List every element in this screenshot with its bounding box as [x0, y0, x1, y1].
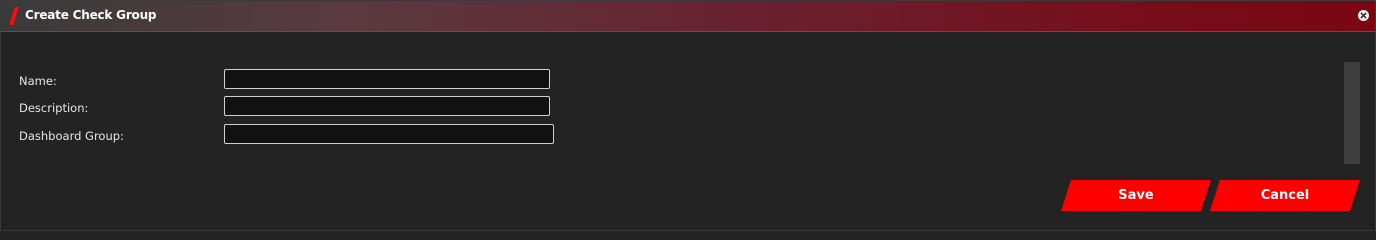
cancel-button-label: Cancel	[1260, 188, 1310, 203]
title-accent-slash	[9, 7, 19, 25]
description-label: Description:	[19, 101, 89, 115]
dialog-title: Create Check Group	[25, 8, 157, 22]
save-button[interactable]: Save	[1061, 180, 1211, 211]
dashboard-group-input[interactable]	[224, 124, 554, 144]
name-input[interactable]	[224, 69, 550, 89]
description-input[interactable]	[224, 96, 550, 116]
dialog-titlebar[interactable]: Create Check Group	[1, 1, 1375, 32]
cancel-button[interactable]: Cancel	[1210, 180, 1360, 211]
create-check-group-dialog: Create Check Group Name: Description: Da…	[0, 0, 1376, 231]
name-label: Name:	[19, 74, 57, 88]
close-button[interactable]	[1358, 10, 1369, 21]
scrollbar[interactable]	[1344, 62, 1360, 164]
dashboard-group-label: Dashboard Group:	[19, 129, 124, 143]
save-button-label: Save	[1118, 188, 1154, 203]
close-icon	[1360, 12, 1367, 19]
